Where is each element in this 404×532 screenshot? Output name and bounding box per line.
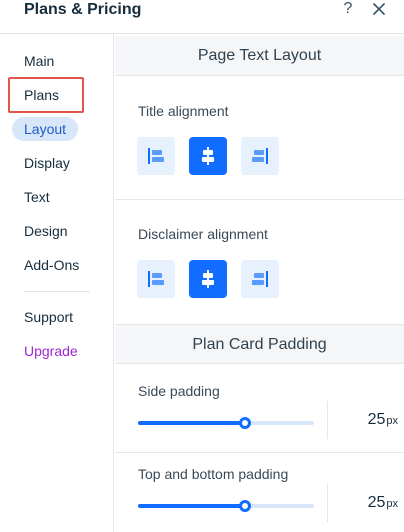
align-center-icon (202, 147, 214, 165)
sidebar-item-add-ons[interactable]: Add-Ons (24, 253, 79, 277)
sidebar-item-main[interactable]: Main (24, 49, 54, 73)
close-icon[interactable] (372, 2, 386, 16)
align-left-icon (148, 148, 164, 164)
panel-header: Plans & Pricing ? (0, 0, 404, 34)
top-bottom-padding-input[interactable]: 25px (327, 484, 404, 522)
sidebar-item-text[interactable]: Text (24, 185, 50, 209)
slider-thumb[interactable] (239, 500, 252, 512)
section-heading-plan-card-padding: Plan Card Padding (115, 324, 404, 364)
side-padding-value: 25 (367, 411, 386, 428)
title-alignment-label: Title alignment (138, 103, 229, 119)
align-left-icon (148, 271, 164, 287)
disclaimer-alignment-label: Disclaimer alignment (138, 226, 268, 242)
align-center-icon (202, 270, 214, 288)
title-align-center-button[interactable] (189, 137, 227, 175)
disclaimer-align-center-button[interactable] (189, 260, 227, 298)
sidebar-item-display[interactable]: Display (24, 151, 70, 175)
top-bottom-padding-value: 25 (367, 494, 386, 511)
top-bottom-padding-slider[interactable] (138, 499, 314, 513)
sidebar-item-upgrade[interactable]: Upgrade (24, 339, 78, 363)
top-bottom-padding-unit: px (386, 498, 398, 510)
title-align-right-button[interactable] (241, 137, 279, 175)
sidebar-item-plans[interactable]: Plans (24, 83, 59, 107)
row-divider (115, 452, 404, 453)
sidebar-item-layout[interactable]: Layout (12, 117, 78, 141)
section-heading-page-text-layout: Page Text Layout (115, 36, 404, 76)
title-align-left-button[interactable] (137, 137, 175, 175)
side-padding-input[interactable]: 25px (327, 401, 404, 439)
side-padding-unit: px (386, 415, 398, 427)
side-padding-label: Side padding (138, 383, 220, 399)
settings-panel: Page Text Layout Title alignment Disclai… (115, 34, 404, 532)
slider-thumb[interactable] (239, 417, 252, 429)
sidebar-item-design[interactable]: Design (24, 219, 68, 243)
sidebar-item-support[interactable]: Support (24, 305, 73, 329)
sidebar-divider (24, 291, 90, 292)
disclaimer-align-right-button[interactable] (241, 260, 279, 298)
align-right-icon (252, 271, 268, 287)
disclaimer-align-left-button[interactable] (137, 260, 175, 298)
help-button[interactable]: ? (341, 0, 355, 18)
top-bottom-padding-label: Top and bottom padding (138, 466, 289, 482)
slider-fill (138, 504, 246, 508)
align-right-icon (252, 148, 268, 164)
side-padding-slider[interactable] (138, 416, 314, 430)
slider-fill (138, 421, 246, 425)
panel-title: Plans & Pricing (24, 1, 142, 18)
sidebar-nav: Main Plans Layout Display Text Design Ad… (0, 34, 114, 532)
row-divider (115, 199, 404, 200)
